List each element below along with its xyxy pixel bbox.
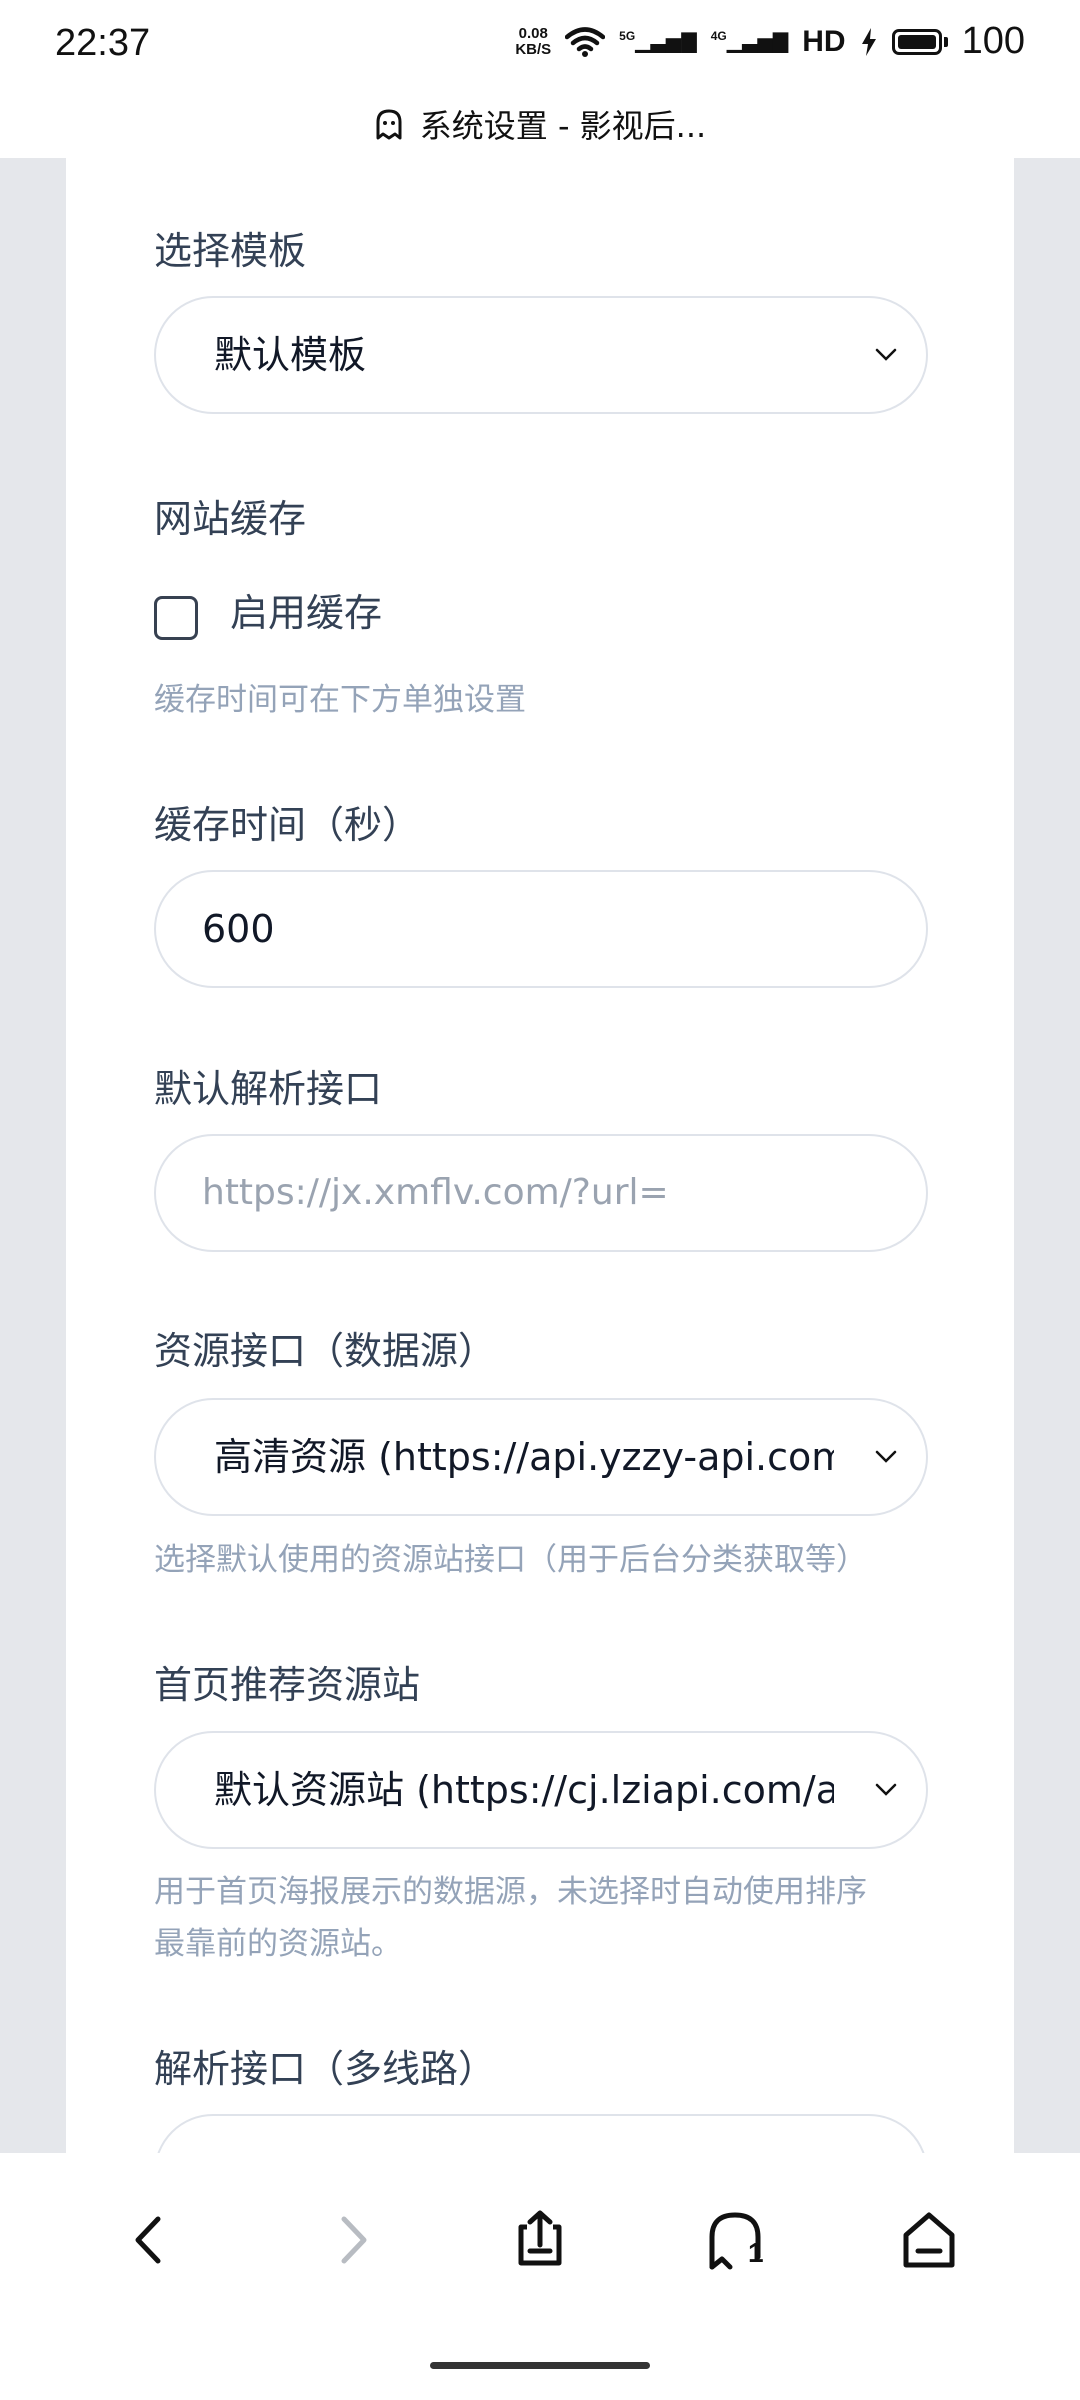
- resource-api-label: 资源接口（数据源）: [154, 1329, 497, 1373]
- status-bar: 22:37 0.08 KB/S 5G▁▃▅▇ 4G▁▃▅▇ HD 100: [0, 0, 1080, 90]
- chevron-down-icon: [875, 1783, 897, 1796]
- resource-api-hint: 选择默认使用的资源站接口（用于后台分类获取等）: [154, 1542, 867, 1578]
- charging-icon: [861, 27, 876, 56]
- page-title: 系统设置 - 影视后...: [419, 107, 707, 145]
- hd-icon: HD: [802, 24, 846, 58]
- home-source-select[interactable]: 默认资源站 (https://cj.lziapi.com/ap: [154, 1731, 928, 1849]
- tabs-button[interactable]: 1: [700, 2205, 780, 2275]
- cache-label: 网站缓存: [154, 497, 307, 541]
- signal-4g-icon: 4G▁▃▅▇: [710, 29, 789, 53]
- home-source-label: 首页推荐资源站: [154, 1663, 421, 1707]
- back-icon[interactable]: [116, 2205, 186, 2275]
- template-label: 选择模板: [154, 229, 307, 273]
- home-source-hint: 用于首页海报展示的数据源，未选择时自动使用排序 最靠前的资源站。: [154, 1874, 867, 1962]
- cache-hint: 缓存时间可在下方单独设置: [154, 682, 526, 718]
- enable-cache-checkbox[interactable]: [154, 596, 198, 640]
- cache-time-input[interactable]: 600: [154, 870, 928, 988]
- chevron-down-icon: [875, 348, 897, 361]
- signal-5g-icon: 5G▁▃▅▇: [619, 29, 697, 53]
- ghost-icon: [376, 109, 402, 140]
- forward-icon[interactable]: [316, 2205, 386, 2275]
- multi-parse-label: 解析接口（多线路）: [154, 2047, 497, 2091]
- cache-time-value: 600: [202, 907, 275, 951]
- chevron-down-icon: [875, 1450, 897, 1463]
- wifi-icon: [565, 26, 606, 57]
- parse-api-label: 默认解析接口: [154, 1067, 383, 1111]
- home-source-selected-value: 默认资源站 (https://cj.lziapi.com/ap: [214, 1768, 834, 1812]
- template-selected-value: 默认模板: [214, 333, 367, 377]
- cache-time-label: 缓存时间（秒）: [154, 803, 421, 847]
- battery-icon: [891, 28, 948, 55]
- template-select[interactable]: 默认模板: [154, 296, 928, 414]
- home-indicator-bar[interactable]: [430, 2362, 650, 2369]
- web-page: 选择模板 默认模板 网站缓存 启用缓存 缓存时间可在下方单独设置 缓存时间（秒）…: [0, 158, 1080, 2153]
- enable-cache-label[interactable]: 启用缓存: [230, 582, 382, 637]
- settings-card: 选择模板 默认模板 网站缓存 启用缓存 缓存时间可在下方单独设置 缓存时间（秒）…: [66, 158, 1014, 2153]
- tabs-count: 1: [748, 2237, 764, 2268]
- multi-parse-input[interactable]: [154, 2114, 928, 2153]
- home-icon[interactable]: [894, 2205, 964, 2275]
- resource-api-selected-value: 高清资源 (https://api.yzzy-api.com/: [214, 1435, 834, 1479]
- parse-api-input[interactable]: https://jx.xmflv.com/?url=: [154, 1134, 928, 1252]
- parse-api-placeholder: https://jx.xmflv.com/?url=: [202, 1172, 669, 1213]
- resource-api-select[interactable]: 高清资源 (https://api.yzzy-api.com/: [154, 1398, 928, 1516]
- status-icons: 0.08 KB/S 5G▁▃▅▇ 4G▁▃▅▇ HD 100: [515, 20, 1025, 63]
- browser-title-bar[interactable]: 系统设置 - 影视后...: [0, 90, 1080, 158]
- battery-percent: 100: [961, 20, 1025, 62]
- net-speed: 0.08 KB/S: [515, 24, 552, 58]
- share-icon[interactable]: [505, 2205, 575, 2275]
- status-time: 22:37: [55, 22, 151, 64]
